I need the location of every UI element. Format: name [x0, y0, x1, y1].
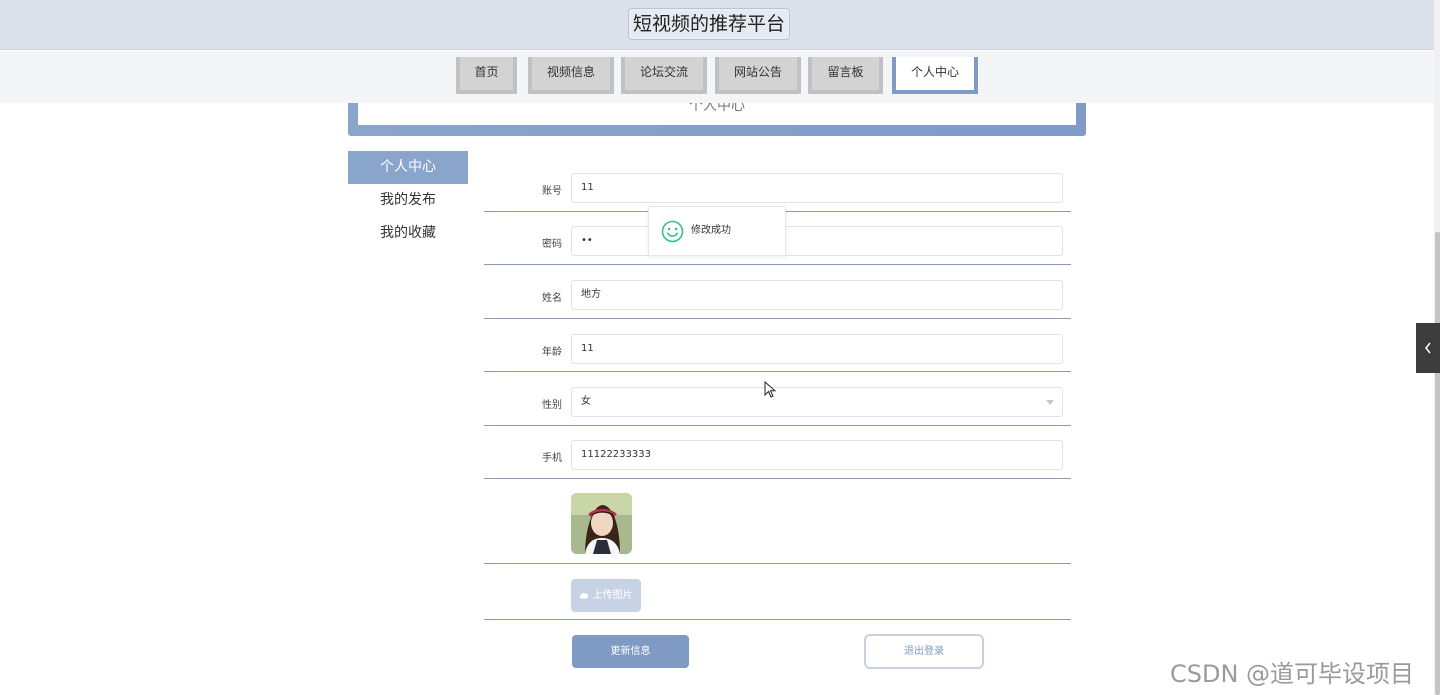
cloud-upload-icon	[580, 592, 589, 599]
password-label: 密码	[542, 239, 562, 250]
phone-label: 手机	[542, 453, 562, 464]
avatar	[571, 493, 632, 554]
gender-select[interactable]: 女	[571, 387, 1063, 417]
main-nav: 首页 视频信息 论坛交流 网站公告 留言板 个人中心	[456, 57, 978, 97]
watermark: CSDN @道可毕设项目	[1170, 660, 1415, 688]
account-input[interactable]: 11	[571, 173, 1063, 203]
toast-message: 修改成功	[691, 225, 731, 236]
nav-item-forum[interactable]: 论坛交流	[621, 57, 707, 94]
account-label: 账号	[542, 186, 562, 197]
form-row-name: 姓名 地方	[484, 265, 1071, 319]
nav-item-profile[interactable]: 个人中心	[892, 57, 978, 94]
form-row-age: 年龄 11	[484, 319, 1071, 372]
side-panel-toggle[interactable]	[1416, 323, 1440, 373]
header-bar: 短视频的推荐平台	[0, 0, 1434, 50]
sidebar-item-my-posts[interactable]: 我的发布	[348, 184, 468, 217]
nav-item-messages[interactable]: 留言板	[808, 57, 883, 94]
site-title: 短视频的推荐平台	[628, 8, 790, 40]
logout-button[interactable]: 退出登录	[864, 634, 984, 669]
name-label: 姓名	[542, 293, 562, 304]
phone-input[interactable]: 11122233333	[571, 440, 1063, 470]
nav-item-announcements[interactable]: 网站公告	[715, 57, 801, 94]
name-input[interactable]: 地方	[571, 280, 1063, 310]
success-toast: 修改成功	[648, 206, 786, 256]
page-banner: 个人中心	[348, 103, 1086, 136]
chevron-down-icon	[1046, 400, 1054, 405]
nav-item-videos[interactable]: 视频信息	[528, 57, 614, 94]
update-info-button[interactable]: 更新信息	[572, 635, 689, 668]
smile-icon	[661, 220, 684, 243]
gender-value: 女	[581, 396, 591, 407]
upload-label: 上传图片	[592, 590, 633, 601]
sidebar-item-favorites[interactable]: 我的收藏	[348, 217, 468, 250]
password-input[interactable]: ••	[571, 226, 1063, 256]
scrollbar-thumb[interactable]	[1435, 232, 1440, 695]
form-row-gender: 性别 女	[484, 372, 1071, 426]
chevron-left-icon	[1425, 342, 1431, 354]
form-row-phone: 手机 11122233333	[484, 426, 1071, 479]
upload-image-button[interactable]: 上传图片	[571, 579, 641, 612]
avatar-image	[571, 493, 632, 554]
page-title: 个人中心	[358, 103, 1076, 125]
nav-item-home[interactable]: 首页	[456, 57, 517, 94]
age-label: 年龄	[542, 347, 562, 358]
sidebar: 个人中心 我的发布 我的收藏	[348, 151, 468, 250]
mouse-cursor-icon	[764, 381, 776, 398]
gender-label: 性别	[542, 400, 562, 411]
form-row-account: 账号 11	[484, 160, 1071, 212]
form-row-avatar	[484, 479, 1071, 564]
sidebar-item-profile[interactable]: 个人中心	[348, 151, 468, 184]
age-input[interactable]: 11	[571, 334, 1063, 364]
form-row-upload: 上传图片	[484, 564, 1071, 620]
